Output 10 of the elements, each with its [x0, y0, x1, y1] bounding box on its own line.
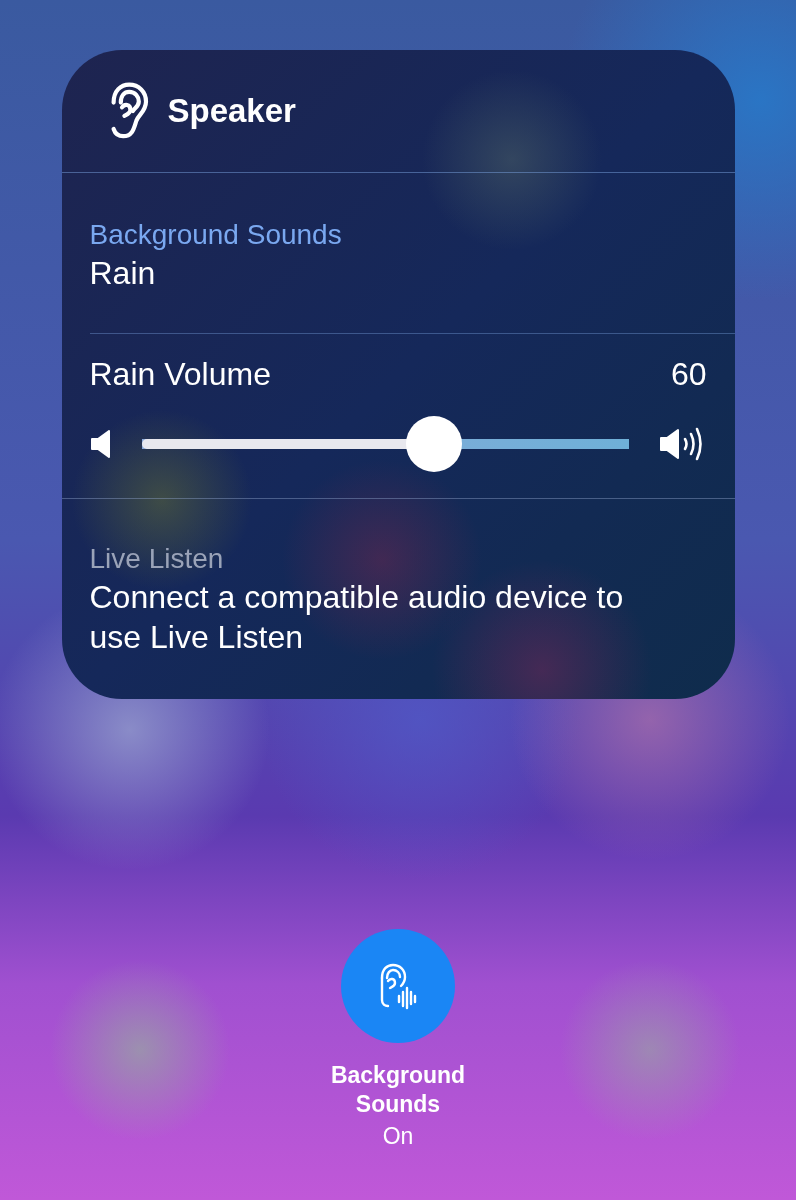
section-label: Background Sounds: [89, 218, 343, 252]
section-label: Live Listen: [89, 542, 225, 576]
speaker-low-icon: [89, 430, 112, 458]
volume-label: Rain Volume: [89, 355, 271, 394]
panel-title: Speaker: [167, 92, 296, 130]
toggle-status: On: [382, 1123, 414, 1150]
sound-name[interactable]: Rain: [89, 253, 707, 293]
live-listen-message: Connect a compatible audio device to use Live Listen: [89, 578, 625, 657]
volume-reading: 60: [670, 355, 707, 394]
toggle-label: Background Sounds: [329, 1061, 467, 1119]
